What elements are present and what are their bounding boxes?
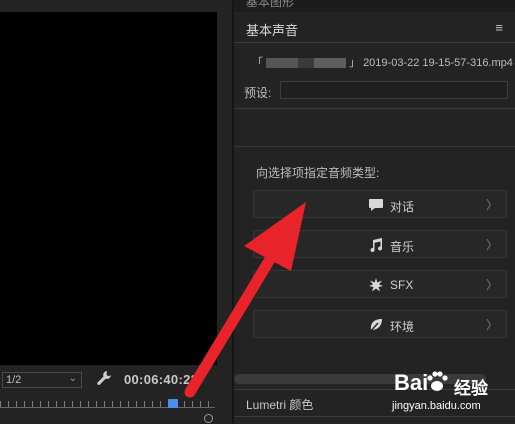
clip-filename: 2019-03-22 19-15-57-316.mp4 (363, 57, 513, 69)
sfx-label: SFX (390, 278, 414, 292)
paw-logo-icon (427, 371, 448, 391)
leaf-icon (369, 319, 382, 333)
dialogue-label: 对话 (390, 200, 415, 214)
speech-bubble-icon (369, 199, 383, 211)
preset-divider (234, 108, 515, 109)
ambience-label: 环境 (390, 320, 415, 334)
prev-panel-tab[interactable]: 基本图形 (234, 0, 515, 12)
panel-title: 基本声音 (246, 23, 299, 38)
time-ruler[interactable] (0, 396, 217, 424)
music-label: 音乐 (390, 240, 415, 254)
redacted-text (266, 58, 346, 69)
music-note-icon (370, 238, 383, 253)
assign-type-prompt: 向选择项指定音频类型: (256, 166, 380, 180)
prev-panel-title: 基本图形 (246, 0, 295, 9)
sfx-button[interactable]: SFX 〉 (253, 270, 507, 298)
monitor-controls: 1/2 ⌄ 00:06:40:22 (0, 366, 232, 394)
clip-bracket-open: 「 (252, 57, 263, 69)
preset-field[interactable] (280, 81, 508, 99)
clip-bracket-close: 」 (349, 57, 360, 69)
in-out-handle[interactable] (204, 414, 213, 423)
chevron-right-icon: 〉 (485, 318, 498, 332)
ruler-baseline (0, 407, 215, 408)
chevron-down-icon: ⌄ (68, 373, 77, 384)
clip-name-row: 「 」 2019-03-22 19-15-57-316.mp4 (252, 54, 513, 70)
panel-menu-icon[interactable]: ≡ (495, 20, 503, 35)
wrench-icon[interactable] (96, 370, 112, 388)
resolution-select[interactable]: 1/2 ⌄ (2, 372, 82, 388)
music-button[interactable]: 音乐 〉 (253, 230, 507, 258)
chevron-right-icon: 〉 (485, 278, 498, 292)
chevron-right-icon: 〉 (485, 198, 498, 212)
playhead[interactable] (168, 399, 178, 408)
dialogue-button[interactable]: 对话 〉 (253, 190, 507, 218)
section-divider (234, 146, 515, 147)
ambience-button[interactable]: 环境 〉 (253, 310, 507, 338)
header-divider (234, 42, 515, 43)
essential-sound-panel: 基本图形 基本声音 ≡ 「 」 2019-03-22 19-15-57-316.m… (234, 0, 515, 424)
program-monitor: 1/2 ⌄ 00:06:40:22 (0, 0, 232, 424)
preset-label: 预设: (244, 86, 272, 100)
burst-icon (369, 278, 383, 292)
baidu-watermark: Bai 经验 jingyan.baidu.com (392, 368, 512, 422)
video-preview[interactable] (0, 12, 217, 365)
resolution-value: 1/2 (6, 374, 22, 386)
watermark-jingyan: 经验 (454, 379, 488, 398)
chevron-right-icon: 〉 (485, 238, 498, 252)
watermark-url: jingyan.baidu.com (392, 400, 481, 412)
timecode-display[interactable]: 00:06:40:22 (124, 372, 198, 387)
lumetri-color-tab[interactable]: Lumetri 颜色 (246, 396, 313, 413)
